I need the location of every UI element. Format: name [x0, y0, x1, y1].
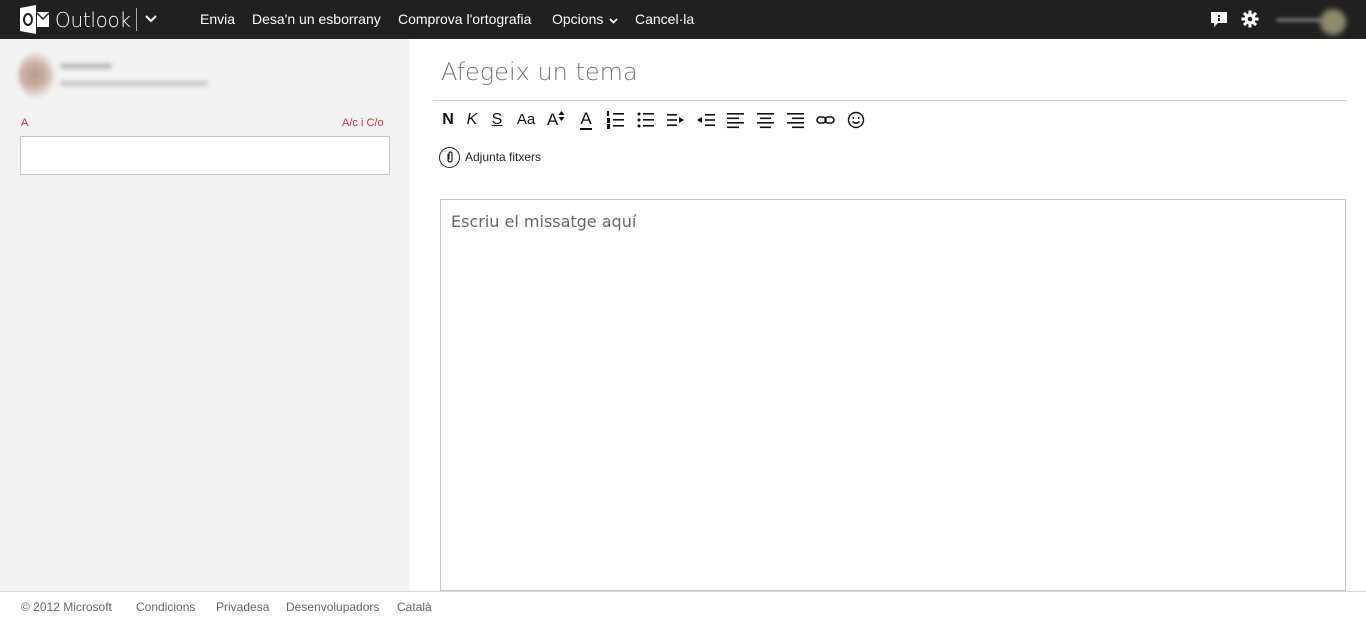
- cc-bcc-link[interactable]: A/c i C/o: [342, 117, 384, 129]
- sender-name-blurred: [60, 63, 112, 69]
- subject-input[interactable]: [441, 54, 1321, 90]
- align-center-icon[interactable]: [755, 108, 777, 132]
- user-name-blurred: [1276, 18, 1322, 22]
- underline-icon[interactable]: S: [486, 108, 508, 132]
- emoticon-icon[interactable]: [845, 108, 867, 132]
- attach-files-label: Adjunta fitxers: [465, 150, 542, 164]
- avatar: [1320, 9, 1346, 35]
- options-button[interactable]: Opcions: [552, 11, 618, 27]
- outdent-icon[interactable]: [695, 108, 717, 132]
- user-account-menu[interactable]: [1272, 7, 1352, 35]
- subject-divider: [433, 100, 1346, 101]
- outlook-logo[interactable]: Outlook: [20, 5, 131, 34]
- grow-font-icon[interactable]: A: [545, 108, 567, 132]
- avatar: [18, 52, 54, 98]
- attach-files-button[interactable]: Adjunta fitxers: [439, 146, 541, 168]
- outlook-logo-icon: [20, 5, 49, 34]
- copyright-text: © 2012 Microsoft: [21, 600, 112, 614]
- language-link[interactable]: Català: [397, 600, 432, 614]
- message-body-placeholder: Escriu el missatge aquí: [451, 212, 637, 231]
- logo-divider: [136, 8, 137, 31]
- send-button[interactable]: Envia: [200, 11, 235, 27]
- chevron-down-icon: [609, 18, 618, 24]
- spell-check-button[interactable]: Comprova l'ortografia: [398, 11, 531, 27]
- feedback-icon[interactable]: [1210, 10, 1228, 28]
- recipients-pane: A A/c i C/o: [0, 39, 410, 591]
- to-label: A: [21, 117, 29, 129]
- privacy-link[interactable]: Privadesa: [216, 600, 269, 614]
- message-body-editor[interactable]: Escriu el missatge aquí: [440, 199, 1346, 591]
- options-label: Opcions: [552, 11, 604, 27]
- terms-link[interactable]: Condicions: [136, 600, 195, 614]
- paperclip-icon: [439, 146, 460, 168]
- cancel-button[interactable]: Cancel·la: [635, 11, 694, 27]
- gear-icon[interactable]: [1241, 10, 1259, 28]
- top-bar: Outlook Envia Desa'n un esborrany Compro…: [0, 0, 1366, 39]
- italic-icon[interactable]: K: [461, 108, 483, 132]
- to-field[interactable]: [20, 136, 390, 175]
- indent-icon[interactable]: [665, 108, 687, 132]
- save-draft-button[interactable]: Desa'n un esborrany: [252, 11, 381, 27]
- footer-divider: [0, 591, 1366, 592]
- font-size-icon[interactable]: Aa: [515, 108, 537, 132]
- bold-icon[interactable]: N: [437, 108, 459, 132]
- font-color-icon[interactable]: A: [575, 108, 597, 132]
- bulleted-list-icon[interactable]: [635, 108, 657, 132]
- app-name: Outlook: [55, 7, 131, 32]
- align-left-icon[interactable]: [725, 108, 747, 132]
- align-right-icon[interactable]: [785, 108, 807, 132]
- link-icon[interactable]: [815, 108, 837, 132]
- numbered-list-icon[interactable]: [605, 108, 627, 132]
- sender-email-blurred: [60, 81, 208, 86]
- chevron-down-icon[interactable]: [143, 11, 159, 27]
- developers-link[interactable]: Desenvolupadors: [286, 600, 379, 614]
